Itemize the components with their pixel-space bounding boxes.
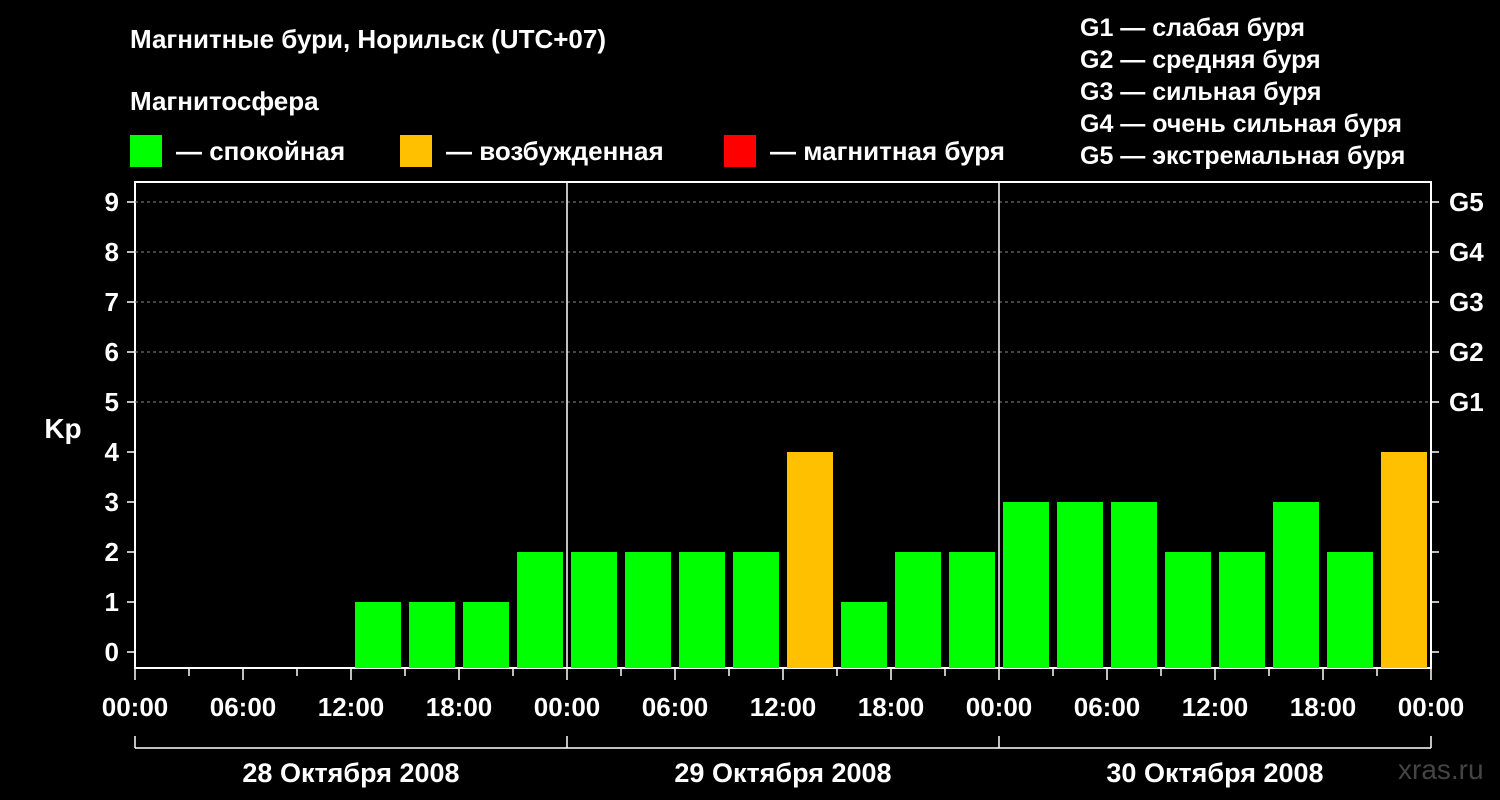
day-label: 29 Октября 2008 — [674, 758, 891, 788]
kp-bar — [409, 602, 455, 668]
g-tick-label: G2 — [1449, 337, 1484, 367]
y-tick-label: 0 — [105, 637, 119, 667]
kp-bar — [733, 552, 779, 668]
kp-bar — [1165, 552, 1211, 668]
y-tick-label: 5 — [105, 387, 119, 417]
kp-bar — [1003, 502, 1049, 668]
day-label: 28 Октября 2008 — [242, 758, 459, 788]
chart-title: Магнитные бури, Норильск (UTC+07) — [130, 24, 606, 54]
kp-bar — [355, 602, 401, 668]
kp-bar — [1327, 552, 1373, 668]
kp-bar — [1057, 502, 1103, 668]
g-level-2: G2 — средняя буря — [1080, 46, 1321, 74]
g-level-4: G4 — очень сильная буря — [1080, 110, 1402, 138]
g-level-5: G5 — экстремальная буря — [1080, 142, 1406, 170]
x-tick-label: 12:00 — [318, 692, 385, 722]
legend-item-quiet: — спокойная — [130, 134, 345, 168]
legend-item-active: — возбужденная — [400, 134, 664, 168]
x-tick-label: 18:00 — [1290, 692, 1357, 722]
watermark: xras.ru — [1398, 754, 1484, 785]
x-tick-label: 06:00 — [210, 692, 277, 722]
day-label: 30 Октября 2008 — [1106, 758, 1323, 788]
kp-bar — [679, 552, 725, 668]
x-tick-label: 18:00 — [426, 692, 493, 722]
y-tick-label: 6 — [105, 337, 119, 367]
kp-bar — [1111, 502, 1157, 668]
g-level-1: G1 — слабая буря — [1080, 14, 1306, 42]
g-tick-label: G1 — [1449, 387, 1484, 417]
x-tick-label: 00:00 — [1398, 692, 1465, 722]
g-level-3: G3 — сильная буря — [1080, 78, 1322, 106]
y-tick-label: 4 — [105, 437, 120, 467]
legend-label-quiet: — спокойная — [176, 135, 346, 166]
y-tick-label: 8 — [105, 237, 119, 267]
legend-label-storm: — магнитная буря — [770, 135, 1005, 166]
x-tick-label: 00:00 — [966, 692, 1033, 722]
legend-item-storm: — магнитная буря — [724, 134, 1005, 168]
y-tick-label: 9 — [105, 187, 119, 217]
kp-bar — [1273, 502, 1319, 668]
kp-bar — [625, 552, 671, 668]
g-tick-label: G4 — [1449, 237, 1484, 267]
x-tick-label: 12:00 — [1182, 692, 1249, 722]
g-tick-label: G5 — [1449, 187, 1484, 217]
y-tick-label: 2 — [105, 537, 119, 567]
kp-bar — [949, 552, 995, 668]
y-tick-label: 1 — [105, 587, 119, 617]
g-tick-label: G3 — [1449, 287, 1484, 317]
kp-bar — [463, 602, 509, 668]
kp-bar — [1219, 552, 1265, 668]
x-tick-label: 06:00 — [1074, 692, 1141, 722]
x-tick-label: 18:00 — [858, 692, 925, 722]
legend-swatch-active — [400, 135, 432, 167]
legend-swatch-storm — [724, 135, 756, 167]
kp-bar — [571, 552, 617, 668]
y-axis-label: Kp — [44, 413, 81, 444]
legend-swatch-quiet — [130, 135, 162, 167]
x-tick-label: 00:00 — [534, 692, 601, 722]
g-level-legend: G1 — слабая буря G2 — средняя буря G3 — … — [1080, 12, 1405, 172]
kp-bar — [517, 552, 563, 668]
kp-bar — [1381, 452, 1427, 668]
legend-label-active: — возбужденная — [446, 135, 664, 166]
kp-bar — [841, 602, 887, 668]
y-tick-label: 7 — [105, 287, 119, 317]
legend-title: Магнитосфера — [130, 86, 319, 116]
kp-bar — [895, 552, 941, 668]
x-tick-label: 12:00 — [750, 692, 817, 722]
x-tick-label: 00:00 — [102, 692, 169, 722]
x-tick-label: 06:00 — [642, 692, 709, 722]
y-tick-label: 3 — [105, 487, 119, 517]
kp-bar — [787, 452, 833, 668]
